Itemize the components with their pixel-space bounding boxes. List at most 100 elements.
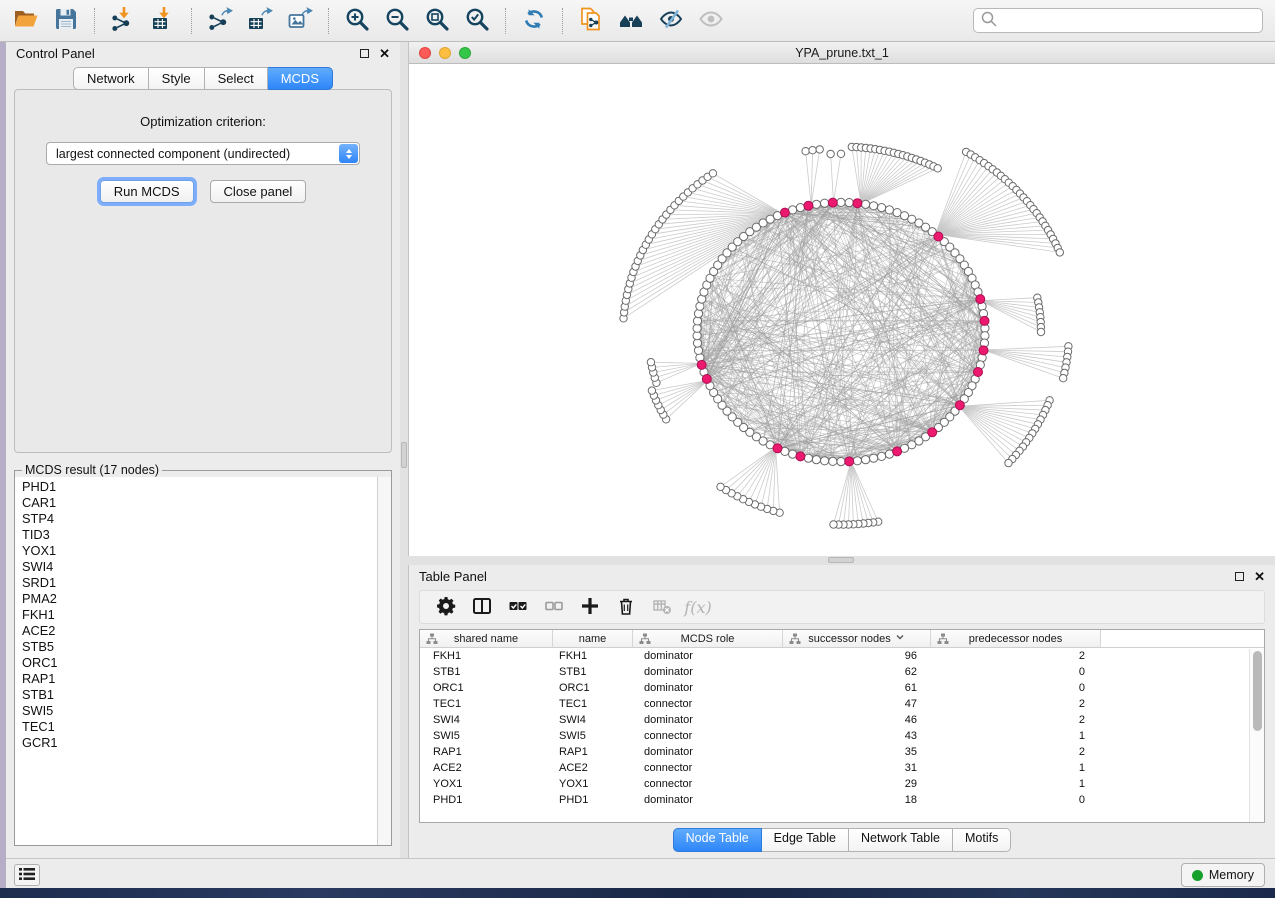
zoom-fit-button[interactable]	[417, 4, 457, 38]
close-panel-icon[interactable]: ✕	[1254, 570, 1265, 583]
duplicate-network-button[interactable]	[571, 4, 611, 38]
table-row[interactable]: FKH1FKH1dominator962	[420, 648, 1264, 664]
zoom-in-button[interactable]	[337, 4, 377, 38]
deselect-all-rows-button[interactable]	[536, 593, 572, 621]
network-node[interactable]	[709, 170, 716, 177]
network-node[interactable]	[837, 458, 845, 466]
export-table-button[interactable]	[240, 4, 280, 38]
network-node[interactable]	[878, 452, 886, 460]
mcds-hub-node[interactable]	[928, 428, 937, 437]
mcds-hub-node[interactable]	[828, 198, 837, 207]
table-row[interactable]: YOX1YOX1connector291	[420, 776, 1264, 792]
network-node[interactable]	[647, 359, 654, 366]
mcds-hub-node[interactable]	[773, 444, 782, 453]
table-row[interactable]: PHD1PHD1dominator180	[420, 792, 1264, 808]
network-node[interactable]	[1060, 375, 1067, 382]
table-row[interactable]: RAP1RAP1dominator352	[420, 744, 1264, 760]
float-panel-icon[interactable]	[360, 49, 369, 58]
tab-mcds[interactable]: MCDS	[268, 67, 333, 90]
mcds-result-item[interactable]: STP4	[22, 511, 377, 527]
network-node[interactable]	[837, 198, 845, 206]
import-table-button[interactable]	[143, 4, 183, 38]
mcds-result-item[interactable]: PMA2	[22, 591, 377, 607]
tab-network-table[interactable]: Network Table	[849, 828, 953, 852]
delete-table-button[interactable]	[644, 593, 680, 621]
column-header-MCDS-role[interactable]: MCDS role	[633, 630, 783, 648]
network-node[interactable]	[1037, 328, 1044, 335]
network-node[interactable]	[827, 150, 834, 157]
delete-row-button[interactable]	[608, 593, 644, 621]
mcds-result-item[interactable]: FKH1	[22, 607, 377, 623]
mcds-hub-node[interactable]	[796, 452, 805, 461]
mcds-result-item[interactable]: SRD1	[22, 575, 377, 591]
network-node[interactable]	[870, 202, 878, 210]
run-mcds-button[interactable]: Run MCDS	[100, 180, 194, 203]
table-scrollbar[interactable]	[1249, 649, 1264, 822]
mcds-result-item[interactable]: ACE2	[22, 623, 377, 639]
table-row[interactable]: STB1STB1dominator620	[420, 664, 1264, 680]
close-traffic-light[interactable]	[419, 47, 431, 59]
mcds-hub-node[interactable]	[853, 199, 862, 208]
network-node[interactable]	[717, 483, 724, 490]
network-node[interactable]	[809, 147, 816, 154]
save-button[interactable]	[46, 4, 86, 38]
mcds-hub-node[interactable]	[980, 316, 989, 325]
float-panel-icon[interactable]	[1235, 572, 1244, 581]
mcds-hub-node[interactable]	[893, 447, 902, 456]
tab-edge-table[interactable]: Edge Table	[762, 828, 849, 852]
network-node[interactable]	[796, 204, 804, 212]
mcds-list-scrollbar[interactable]	[377, 477, 391, 845]
table-row[interactable]: SWI5SWI5connector431	[420, 728, 1264, 744]
search-input[interactable]	[997, 14, 1262, 28]
tab-motifs[interactable]: Motifs	[953, 828, 1011, 852]
mcds-hub-node[interactable]	[697, 360, 706, 369]
splitter-grip[interactable]	[401, 442, 407, 468]
mcds-hub-node[interactable]	[955, 401, 964, 410]
close-panel-button[interactable]: Close panel	[210, 180, 307, 203]
mcds-result-item[interactable]: TEC1	[22, 719, 377, 735]
tab-network[interactable]: Network	[73, 67, 149, 90]
column-header-name[interactable]: name	[553, 630, 633, 648]
close-panel-icon[interactable]: ✕	[379, 47, 390, 60]
zoom-out-button[interactable]	[377, 4, 417, 38]
table-row[interactable]: ORC1ORC1dominator610	[420, 680, 1264, 696]
table-row[interactable]: SWI4SWI4dominator462	[420, 712, 1264, 728]
network-node[interactable]	[812, 200, 820, 208]
settings-gear-button[interactable]	[428, 593, 464, 621]
mcds-hub-node[interactable]	[845, 457, 854, 466]
mcds-hub-node[interactable]	[702, 375, 711, 384]
network-node[interactable]	[830, 521, 837, 528]
network-node[interactable]	[1005, 459, 1012, 466]
network-node[interactable]	[804, 454, 812, 462]
mcds-result-item[interactable]: YOX1	[22, 543, 377, 559]
network-node[interactable]	[648, 387, 655, 394]
open-folder-button[interactable]	[6, 4, 46, 38]
mcds-hub-node[interactable]	[976, 295, 985, 304]
column-header-predecessor-nodes[interactable]: predecessor nodes	[931, 630, 1101, 648]
mcds-result-item[interactable]: ORC1	[22, 655, 377, 671]
mcds-result-item[interactable]: GCR1	[22, 735, 377, 751]
network-node[interactable]	[853, 457, 861, 465]
export-image-button[interactable]	[280, 4, 320, 38]
network-node[interactable]	[812, 456, 820, 464]
network-node[interactable]	[829, 457, 837, 465]
horizontal-splitter[interactable]	[408, 556, 1275, 565]
function-builder-button[interactable]: f(x)	[680, 593, 716, 621]
select-all-rows-button[interactable]	[500, 593, 536, 621]
mcds-result-item[interactable]: SWI5	[22, 703, 377, 719]
network-node[interactable]	[862, 200, 870, 208]
search-network-button[interactable]	[611, 4, 651, 38]
network-node[interactable]	[845, 199, 853, 207]
network-canvas[interactable]	[409, 64, 1275, 556]
network-node[interactable]	[816, 146, 823, 153]
memory-button[interactable]: Memory	[1181, 863, 1265, 887]
export-network-button[interactable]	[200, 4, 240, 38]
zoom-traffic-light[interactable]	[459, 47, 471, 59]
splitter-grip[interactable]	[828, 557, 854, 563]
tab-style[interactable]: Style	[149, 67, 205, 90]
show-columns-button[interactable]	[464, 593, 500, 621]
column-header-shared-name[interactable]: shared name	[420, 630, 553, 648]
import-network-button[interactable]	[103, 4, 143, 38]
mcds-result-item[interactable]: SWI4	[22, 559, 377, 575]
column-header-successor-nodes[interactable]: successor nodes	[783, 630, 931, 648]
